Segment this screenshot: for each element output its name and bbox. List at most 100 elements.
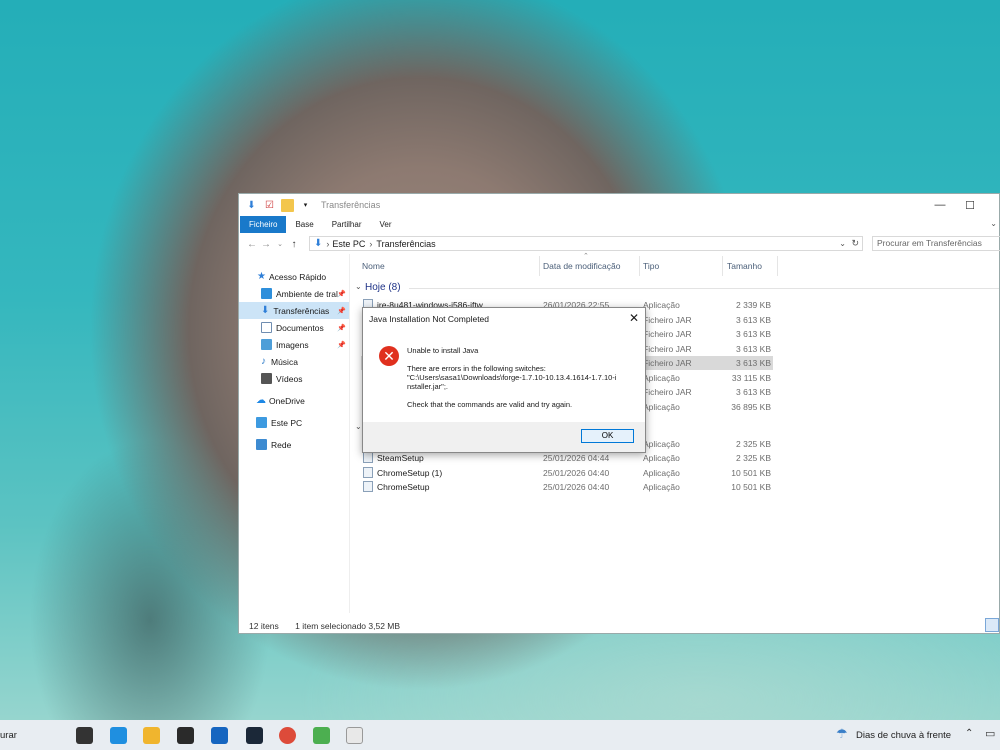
- tab-ficheiro[interactable]: Ficheiro: [240, 216, 287, 233]
- tab-partilhar[interactable]: Partilhar: [323, 216, 371, 233]
- dialog-title: Java Installation Not Completed: [369, 314, 490, 324]
- file-explorer-icon[interactable]: [143, 727, 160, 744]
- pin-icon: 📌: [337, 290, 346, 298]
- file-type: Aplicação: [643, 453, 680, 463]
- file-row[interactable]: ChromeSetup 25/01/2026 04:40 Aplicação 10 5…: [361, 480, 773, 494]
- nav-label: Ambiente de tral: [276, 288, 338, 299]
- minimize-button[interactable]: —: [925, 194, 955, 216]
- nav-item-videos[interactable]: Vídeos: [239, 370, 349, 387]
- pin-icon: 📌: [337, 341, 346, 349]
- group-header-today[interactable]: Hoje (8): [365, 282, 401, 293]
- tab-base[interactable]: Base: [286, 216, 322, 233]
- new-folder-icon[interactable]: [281, 198, 294, 212]
- taskbar-search-text[interactable]: urar: [0, 730, 17, 741]
- pin-icon: 📌: [337, 324, 346, 332]
- ribbon-tabs: Ficheiro Base Partilhar Ver ⌄: [239, 216, 999, 233]
- column-divider[interactable]: [539, 256, 540, 276]
- outlook-icon[interactable]: [211, 727, 228, 744]
- nav-label: Rede: [271, 439, 292, 450]
- download-folder-icon: ⬇: [247, 199, 256, 211]
- nav-item-documentos[interactable]: Documentos 📌: [239, 319, 349, 336]
- file-icon: [363, 452, 373, 463]
- steam-icon[interactable]: [246, 727, 263, 744]
- breadcrumb-transferencias[interactable]: Transferências: [376, 239, 435, 249]
- column-divider[interactable]: [722, 256, 723, 276]
- weather-text[interactable]: Dias de chuva à frente: [856, 730, 951, 741]
- quick-access-dropdown-icon[interactable]: ▾: [299, 199, 312, 212]
- column-divider[interactable]: [639, 256, 640, 276]
- computer-icon: [256, 417, 267, 428]
- file-type: Aplicação: [643, 482, 680, 492]
- file-name: ChromeSetup (1): [377, 468, 443, 478]
- file-type: Aplicação: [643, 300, 680, 310]
- ok-button[interactable]: OK: [581, 429, 634, 443]
- column-header-size[interactable]: Tamanho: [727, 261, 762, 271]
- recent-locations-icon[interactable]: ⌄: [273, 240, 287, 248]
- file-icon: [363, 481, 373, 492]
- network-status-icon[interactable]: ▭: [985, 727, 995, 740]
- group-collapse-icon[interactable]: ⌄: [355, 422, 362, 431]
- address-bar-row: ← → ⌄ ↑ ⬇ › Este PC › Transferências ⌄ ↻…: [239, 234, 1000, 254]
- up-arrow-icon[interactable]: ↑: [287, 239, 301, 250]
- ribbon-expand-icon[interactable]: ⌄: [990, 219, 997, 228]
- breadcrumb-separator-icon: ›: [326, 238, 330, 249]
- nav-item-ambiente-de-trabalho[interactable]: Ambiente de tral 📌: [239, 285, 349, 302]
- search-placeholder: Procurar em Transferências: [877, 238, 982, 248]
- nav-item-este-pc[interactable]: Este PC: [239, 414, 349, 431]
- close-icon[interactable]: ✕: [629, 311, 639, 325]
- file-type: Ficheiro JAR: [643, 344, 692, 354]
- nav-label: Este PC: [271, 417, 303, 428]
- videos-icon: [261, 373, 272, 384]
- chrome-icon[interactable]: [279, 727, 296, 744]
- task-view-icon[interactable]: [76, 727, 93, 744]
- nav-label: Vídeos: [276, 373, 303, 384]
- tab-ver[interactable]: Ver: [370, 216, 400, 233]
- properties-icon[interactable]: ☑: [263, 199, 276, 212]
- pane-divider[interactable]: [349, 254, 350, 613]
- maximize-button[interactable]: ☐: [955, 194, 985, 216]
- weather-icon[interactable]: ☂: [836, 726, 848, 742]
- java-installer-icon[interactable]: [346, 727, 363, 744]
- file-type: Ficheiro JAR: [643, 329, 692, 339]
- group-collapse-icon[interactable]: ⌄: [355, 282, 362, 291]
- minecraft-icon[interactable]: [313, 727, 330, 744]
- nav-item-onedrive[interactable]: ☁ OneDrive: [239, 392, 349, 409]
- sort-indicator-icon: ⌃: [583, 253, 589, 260]
- address-box[interactable]: ⬇ › Este PC › Transferências ⌄ ↻: [309, 236, 863, 251]
- file-row[interactable]: SteamSetup 25/01/2026 04:44 Aplicação 2 325…: [361, 451, 773, 465]
- store-icon[interactable]: [177, 727, 194, 744]
- column-header-type[interactable]: Tipo: [643, 261, 659, 271]
- nav-item-imagens[interactable]: Imagens 📌: [239, 336, 349, 353]
- group-divider: [409, 288, 999, 289]
- chevron-up-icon[interactable]: ⌃: [965, 728, 973, 739]
- nav-item-musica[interactable]: ♪ Música: [239, 353, 349, 370]
- edge-icon[interactable]: [110, 727, 127, 744]
- file-size: 36 895 KB: [731, 402, 771, 412]
- address-dropdown-icon[interactable]: ⌄: [839, 239, 846, 248]
- back-arrow-icon[interactable]: ←: [245, 239, 259, 250]
- dialog-footer: OK: [363, 422, 645, 452]
- column-divider[interactable]: [777, 256, 778, 276]
- window-title: Transferências: [321, 200, 381, 210]
- file-size: 3 613 KB: [736, 358, 771, 368]
- nav-item-transferencias[interactable]: ⬇ Transferências 📌: [239, 302, 349, 319]
- search-input[interactable]: Procurar em Transferências: [872, 236, 1000, 251]
- pictures-icon: [261, 339, 272, 350]
- refresh-icon[interactable]: ↻: [851, 238, 859, 249]
- nav-item-rede[interactable]: Rede: [239, 436, 349, 453]
- selection-info: 1 item selecionado 3,52 MB: [295, 621, 401, 631]
- error-icon: ✕: [379, 346, 399, 366]
- nav-label: Transferências: [273, 305, 330, 316]
- file-size: 10 501 KB: [731, 482, 771, 492]
- file-name: SteamSetup: [377, 453, 424, 463]
- nav-label: Documentos: [276, 322, 324, 333]
- column-header-name[interactable]: Nome: [362, 261, 385, 271]
- download-icon: ⬇: [261, 305, 270, 316]
- breadcrumb-este-pc[interactable]: Este PC: [332, 239, 365, 249]
- column-header-date[interactable]: Data de modificação: [543, 261, 621, 271]
- file-row[interactable]: ChromeSetup (1) 25/01/2026 04:40 Aplicação…: [361, 466, 773, 480]
- nav-item-acesso-rapido[interactable]: ★ Acesso Rápido: [239, 268, 349, 285]
- details-view-icon[interactable]: [985, 618, 999, 632]
- file-icon: [363, 467, 373, 478]
- forward-arrow-icon[interactable]: →: [259, 239, 273, 250]
